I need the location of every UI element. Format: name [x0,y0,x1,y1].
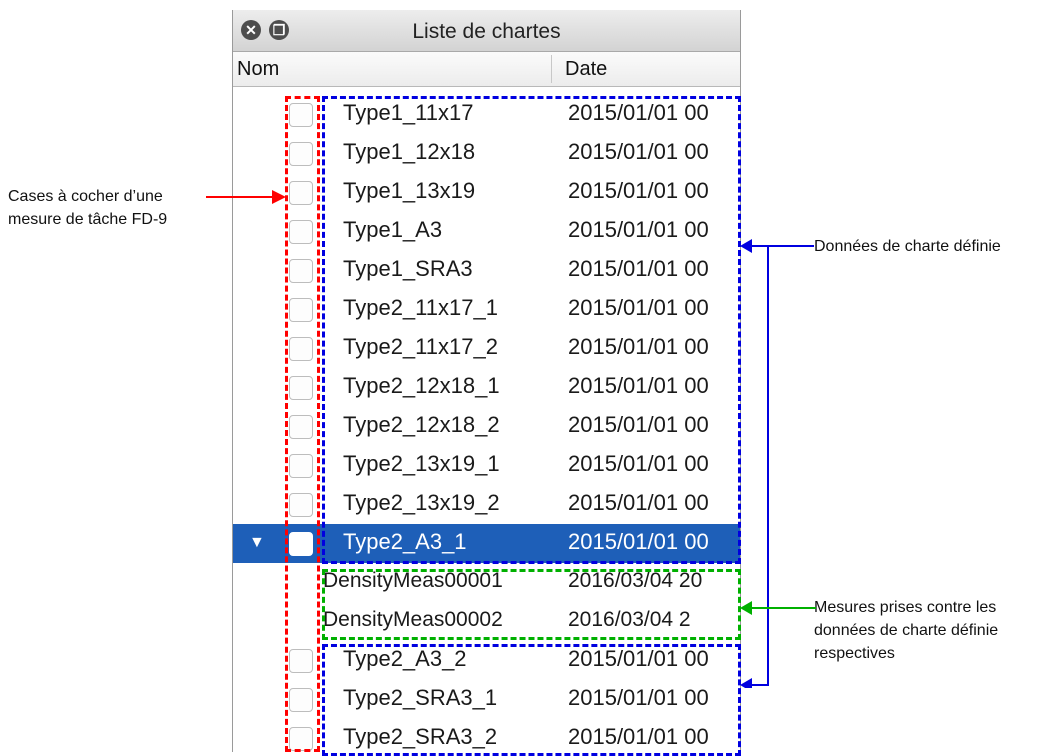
title-bar: ✕ ❐ Liste de chartes [233,10,740,52]
defined-data-highlight-box-bottom [322,644,741,756]
annotation-checkboxes-line1: Cases à cocher d’une [8,188,163,205]
annotation-defined-data: Données de charte définie [814,238,1001,255]
annotation-checkboxes-line2: mesure de tâche FD-9 [8,211,168,228]
measurements-highlight-box [322,569,741,640]
green-arrow [740,601,816,615]
red-arrow-line [206,196,274,198]
column-date-header[interactable]: Date [565,58,607,81]
annotation-measurements-line2: données de charte définie [814,622,999,639]
column-separator[interactable] [551,55,552,83]
blue-bracket-arrows [740,239,814,688]
expand-triangle-icon[interactable]: ▼ [249,534,265,552]
column-name-header[interactable]: Nom [237,58,279,81]
annotation-measurements: Mesures prises contre les données de cha… [814,596,998,665]
checkbox-highlight-box [285,96,320,752]
defined-data-highlight-box-top [322,96,741,564]
red-arrow-head [272,190,286,204]
window-title: Liste de chartes [412,20,561,43]
annotation-measurements-line3: respectives [814,645,895,662]
column-header: Nom Date [233,52,740,87]
annotation-checkboxes: Cases à cocher d’une mesure de tâche FD-… [8,185,167,231]
annotation-measurements-line1: Mesures prises contre les [814,599,997,616]
